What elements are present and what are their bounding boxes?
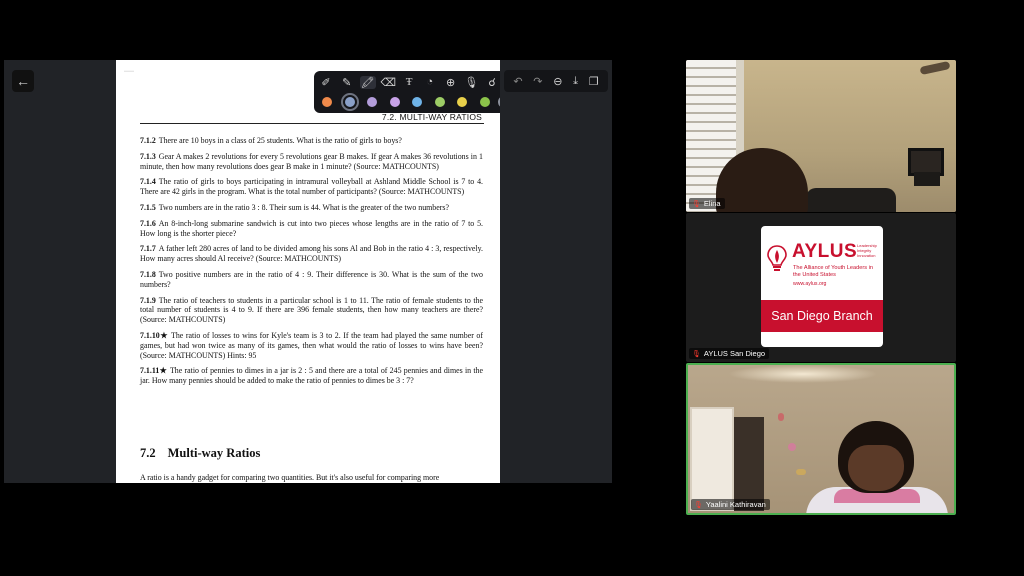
video-background [734, 417, 764, 511]
spotlight-icon[interactable]: ☌ [484, 76, 500, 89]
annotation-toolbar: ✐ ✎ 🖍︎ ⌫ Ŧ ◔ ⊕ 🎙︎ ☌ › [314, 71, 500, 113]
shared-screen: ← ····· 7.2. MULTI-WAY RATIOS 7.1.2 There… [4, 60, 612, 483]
color-swatch[interactable] [457, 97, 467, 107]
stamp-icon[interactable]: ⊕ [443, 76, 459, 89]
view-toolbar: ↶ ↷ ⊖ ⤓ ❐ [504, 70, 608, 92]
participant-name: AYLUS San Diego [703, 349, 766, 358]
pen-icon[interactable]: ✐ [318, 76, 334, 89]
participant-tile-aylus[interactable]: AYLUS Leadership Integrity Innovation Th… [686, 213, 956, 362]
participant-name: Yaalini Kathiravan [705, 500, 766, 509]
eraser-icon[interactable]: ⌫ [380, 76, 397, 89]
logo-branch: San Diego Branch [761, 300, 883, 332]
logo-taglines: Leadership Integrity Innovation [857, 243, 877, 258]
pencil-icon[interactable]: ✎ [339, 76, 355, 89]
video-background [778, 413, 784, 421]
color-swatch[interactable] [479, 97, 490, 107]
video-background [914, 172, 940, 186]
logo-full-name: The Alliance of Youth Leaders in the Uni… [793, 265, 873, 278]
problem-item: 7.1.7 A father left 280 acres of land to … [140, 244, 483, 264]
problem-item: 7.1.2 There are 10 boys in a class of 25 … [140, 136, 402, 145]
stroke-width-icon[interactable] [498, 96, 500, 108]
save-icon[interactable]: ⤓ [573, 75, 578, 88]
header-rule [140, 123, 484, 124]
mic-muted-icon: 🎙︎ [694, 501, 703, 509]
participant-name-tag: 🎙︎ AYLUS San Diego [689, 348, 770, 359]
page-corner-mark: ····· [124, 69, 134, 75]
logo-wordmark: AYLUS [792, 241, 858, 262]
color-swatch[interactable] [340, 93, 359, 111]
problem-item: 7.1.5 Two numbers are in the ratio 3 : 8.… [140, 202, 449, 212]
section-intro: A ratio is a handy gadget for comparing … [140, 473, 440, 482]
mic-icon[interactable]: 🎙︎ [463, 76, 479, 89]
undo-icon[interactable]: ↶ [513, 75, 522, 88]
color-swatch[interactable] [389, 97, 400, 107]
document-page: ····· 7.2. MULTI-WAY RATIOS 7.1.2 There a… [116, 60, 500, 483]
color-palette [322, 93, 500, 111]
problem-item: 7.1.4 The ratio of girls to boys particip… [140, 177, 483, 197]
video-background [728, 365, 878, 383]
participant-tile-elina[interactable]: 🎙︎ Elina [686, 60, 956, 212]
problem-item: 7.1.8 Two positive numbers are in the rat… [140, 269, 483, 289]
annotation-tools: ✐ ✎ 🖍︎ ⌫ Ŧ ◔ ⊕ 🎙︎ ☌ › [318, 74, 500, 90]
video-background [690, 407, 734, 511]
shape-icon[interactable]: ◔ [422, 76, 438, 88]
participant-tile-yaalini[interactable]: 🎙︎ Yaalini Kathiravan [686, 363, 956, 515]
participant-video [848, 445, 904, 491]
minus-icon[interactable]: ⊖ [553, 75, 562, 88]
problem-item: 7.1.10★ The ratio of losses to wins for K… [140, 330, 483, 360]
problem-item: 7.1.11★ The ratio of pennies to dimes in … [140, 366, 483, 386]
problem-list: 7.1.2 There are 10 boys in a class of 25 … [140, 136, 483, 386]
logo-url: www.aylus.org [793, 281, 827, 287]
redo-icon[interactable]: ↷ [533, 75, 542, 88]
back-arrow-icon[interactable]: ← [12, 70, 34, 92]
running-header: 7.2. MULTI-WAY RATIOS [381, 112, 482, 122]
mic-muted-icon: 🎙︎ [692, 350, 701, 358]
video-background [788, 443, 796, 451]
problem-item: 7.1.3 Gear A makes 2 revolutions for ever… [140, 151, 483, 171]
participant-name: Elina [703, 199, 721, 208]
problem-item: 7.1.9 The ratio of teachers to students i… [140, 295, 483, 325]
color-swatch[interactable] [367, 97, 377, 107]
color-swatch[interactable] [412, 97, 422, 107]
copy-icon[interactable]: ❐ [589, 75, 599, 88]
color-swatch[interactable] [322, 97, 332, 107]
section-title: 7.2 Multi-way Ratios [140, 446, 261, 460]
aylus-logo: AYLUS Leadership Integrity Innovation Th… [761, 226, 883, 347]
participant-name-tag: 🎙︎ Elina [689, 198, 725, 209]
video-background [796, 469, 806, 475]
mic-muted-icon: 🎙︎ [692, 200, 701, 208]
participant-name-tag: 🎙︎ Yaalini Kathiravan [691, 499, 770, 510]
highlighter-icon[interactable]: 🖍︎ [359, 75, 376, 89]
color-swatch[interactable] [434, 97, 445, 107]
problem-item: 7.1.6 An 8-inch-long submarine sandwich i… [140, 218, 483, 238]
text-icon[interactable]: Ŧ [401, 76, 417, 88]
lightbulb-icon [767, 245, 787, 271]
video-background [806, 188, 896, 212]
